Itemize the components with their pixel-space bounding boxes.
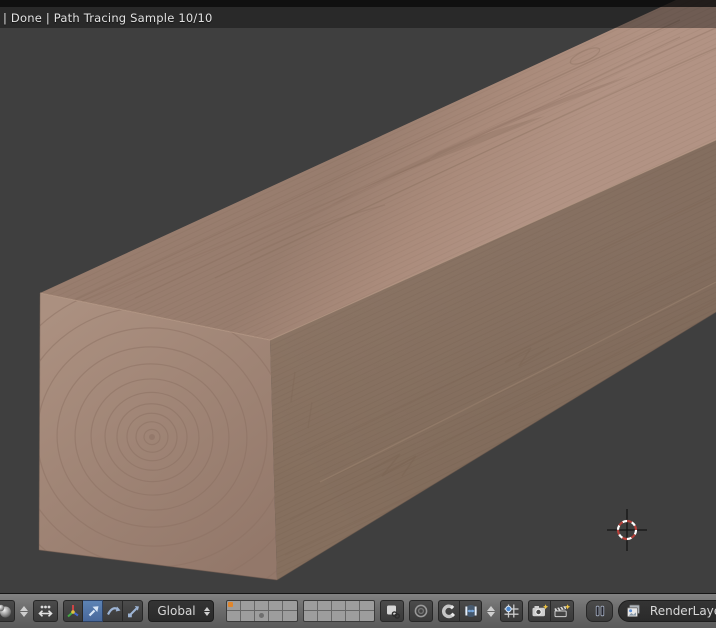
manipulator-axes-icon bbox=[67, 605, 79, 618]
render-clapper-icon bbox=[554, 604, 571, 618]
snap-element-stepper[interactable] bbox=[487, 605, 495, 617]
magnet-icon bbox=[442, 604, 456, 619]
overlay-top-strip bbox=[0, 0, 716, 7]
pause-render-button[interactable] bbox=[586, 600, 613, 622]
orientation-value: Global bbox=[157, 604, 196, 618]
layer-cell[interactable] bbox=[360, 601, 374, 611]
layer-cell[interactable] bbox=[241, 611, 255, 621]
render-layer-dropdown[interactable]: RenderLayer bbox=[618, 600, 716, 622]
render-scene bbox=[0, 0, 716, 593]
layers-grid-1 bbox=[226, 600, 298, 622]
pause-icon bbox=[595, 605, 604, 617]
orientation-stepper bbox=[204, 606, 210, 616]
translate-icon bbox=[88, 606, 98, 617]
translate-manipulator-button[interactable] bbox=[83, 600, 103, 622]
layer-cell[interactable] bbox=[255, 611, 269, 621]
layer-cell[interactable] bbox=[318, 601, 332, 611]
pivot-median-icon bbox=[38, 605, 53, 617]
render-layers-icon bbox=[627, 604, 640, 618]
render-status-bar: | Done | Path Tracing Sample 10/10 bbox=[0, 7, 716, 28]
layer-cell[interactable] bbox=[283, 601, 297, 611]
render-status-text: | Done | Path Tracing Sample 10/10 bbox=[3, 10, 213, 25]
snap-target-button[interactable] bbox=[500, 600, 523, 622]
layer-cell[interactable] bbox=[227, 611, 241, 621]
layer-cell[interactable] bbox=[318, 611, 332, 621]
viewport-shading-stepper[interactable] bbox=[20, 605, 28, 617]
snap-increment-icon bbox=[464, 605, 477, 617]
opengl-render-anim-button[interactable] bbox=[551, 600, 574, 622]
orientation-dropdown[interactable]: Global bbox=[148, 600, 214, 622]
rendered-shading-icon bbox=[0, 604, 11, 618]
opengl-render-still-button[interactable] bbox=[528, 600, 551, 622]
viewport-header: Global RenderLay bbox=[0, 593, 716, 628]
layer-cell[interactable] bbox=[304, 611, 318, 621]
object-layer-dot bbox=[259, 613, 264, 618]
pivot-point-button[interactable] bbox=[33, 600, 58, 622]
layer-cell[interactable] bbox=[346, 611, 360, 621]
layer-cell[interactable] bbox=[283, 611, 297, 621]
blender-window: { "status_bar": { "text": "| Done | Path… bbox=[0, 0, 716, 628]
layer-cell[interactable] bbox=[332, 611, 346, 621]
snap-element-button[interactable] bbox=[460, 600, 482, 622]
rotate-manipulator-button[interactable] bbox=[103, 600, 123, 622]
layer-cell[interactable] bbox=[269, 611, 283, 621]
snap-group bbox=[438, 600, 482, 622]
layer-cell[interactable] bbox=[304, 601, 318, 611]
render-layer-value: RenderLayer bbox=[649, 604, 716, 618]
layer-cell[interactable] bbox=[332, 601, 346, 611]
viewport-shading-button[interactable] bbox=[0, 600, 15, 622]
rotate-icon bbox=[106, 606, 120, 616]
layers-grid-2 bbox=[303, 600, 375, 622]
proportional-editing-button[interactable] bbox=[409, 600, 433, 622]
manipulator-group bbox=[63, 600, 143, 622]
layer-cell[interactable] bbox=[241, 601, 255, 611]
snap-toggle-button[interactable] bbox=[438, 600, 460, 622]
layer-cell[interactable] bbox=[255, 601, 269, 611]
3d-viewport[interactable]: | Done | Path Tracing Sample 10/10 bbox=[0, 0, 716, 593]
layer-cell[interactable] bbox=[227, 601, 241, 611]
scene-lock-icon bbox=[386, 605, 400, 619]
opengl-render-group bbox=[528, 600, 574, 622]
manipulator-toggle-button[interactable] bbox=[63, 600, 83, 622]
proportional-editing-icon bbox=[414, 604, 428, 618]
active-layer-dot bbox=[228, 602, 233, 607]
render-camera-icon bbox=[532, 604, 548, 617]
layer-cell[interactable] bbox=[360, 611, 374, 621]
layer-cell[interactable] bbox=[346, 601, 360, 611]
scale-icon bbox=[127, 606, 139, 618]
layer-cell[interactable] bbox=[269, 601, 283, 611]
scale-manipulator-button[interactable] bbox=[123, 600, 143, 622]
scene-lock-button[interactable] bbox=[380, 600, 404, 622]
snap-target-icon bbox=[504, 604, 519, 618]
